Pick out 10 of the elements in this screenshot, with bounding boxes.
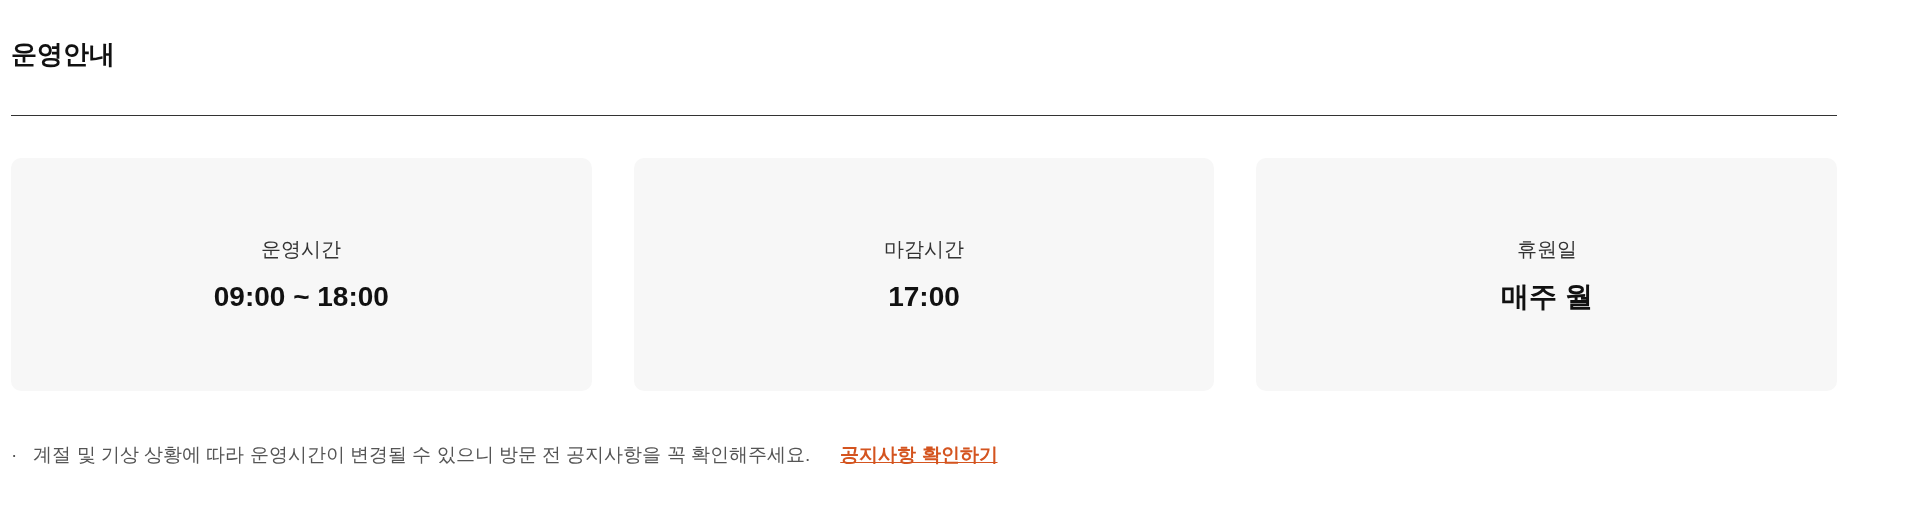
card-value: 09:00 ~ 18:00 (213, 279, 389, 314)
notice-link[interactable]: 공지사항 확인하기 (840, 441, 998, 469)
card-value: 17:00 (888, 279, 960, 314)
card-value: 매주 월 (1500, 279, 1593, 314)
notice-text: 계절 및 기상 상황에 따라 운영시간이 변경될 수 있으니 방문 전 공지사항을 꼭 확인해주세요. (33, 443, 811, 467)
section-title: 운영안내 (11, 38, 116, 71)
card-label: 휴원일 (1516, 236, 1577, 262)
card-label: 운영시간 (261, 236, 342, 262)
card-label: 마감시간 (884, 236, 964, 262)
bullet-mark: · (11, 443, 18, 467)
